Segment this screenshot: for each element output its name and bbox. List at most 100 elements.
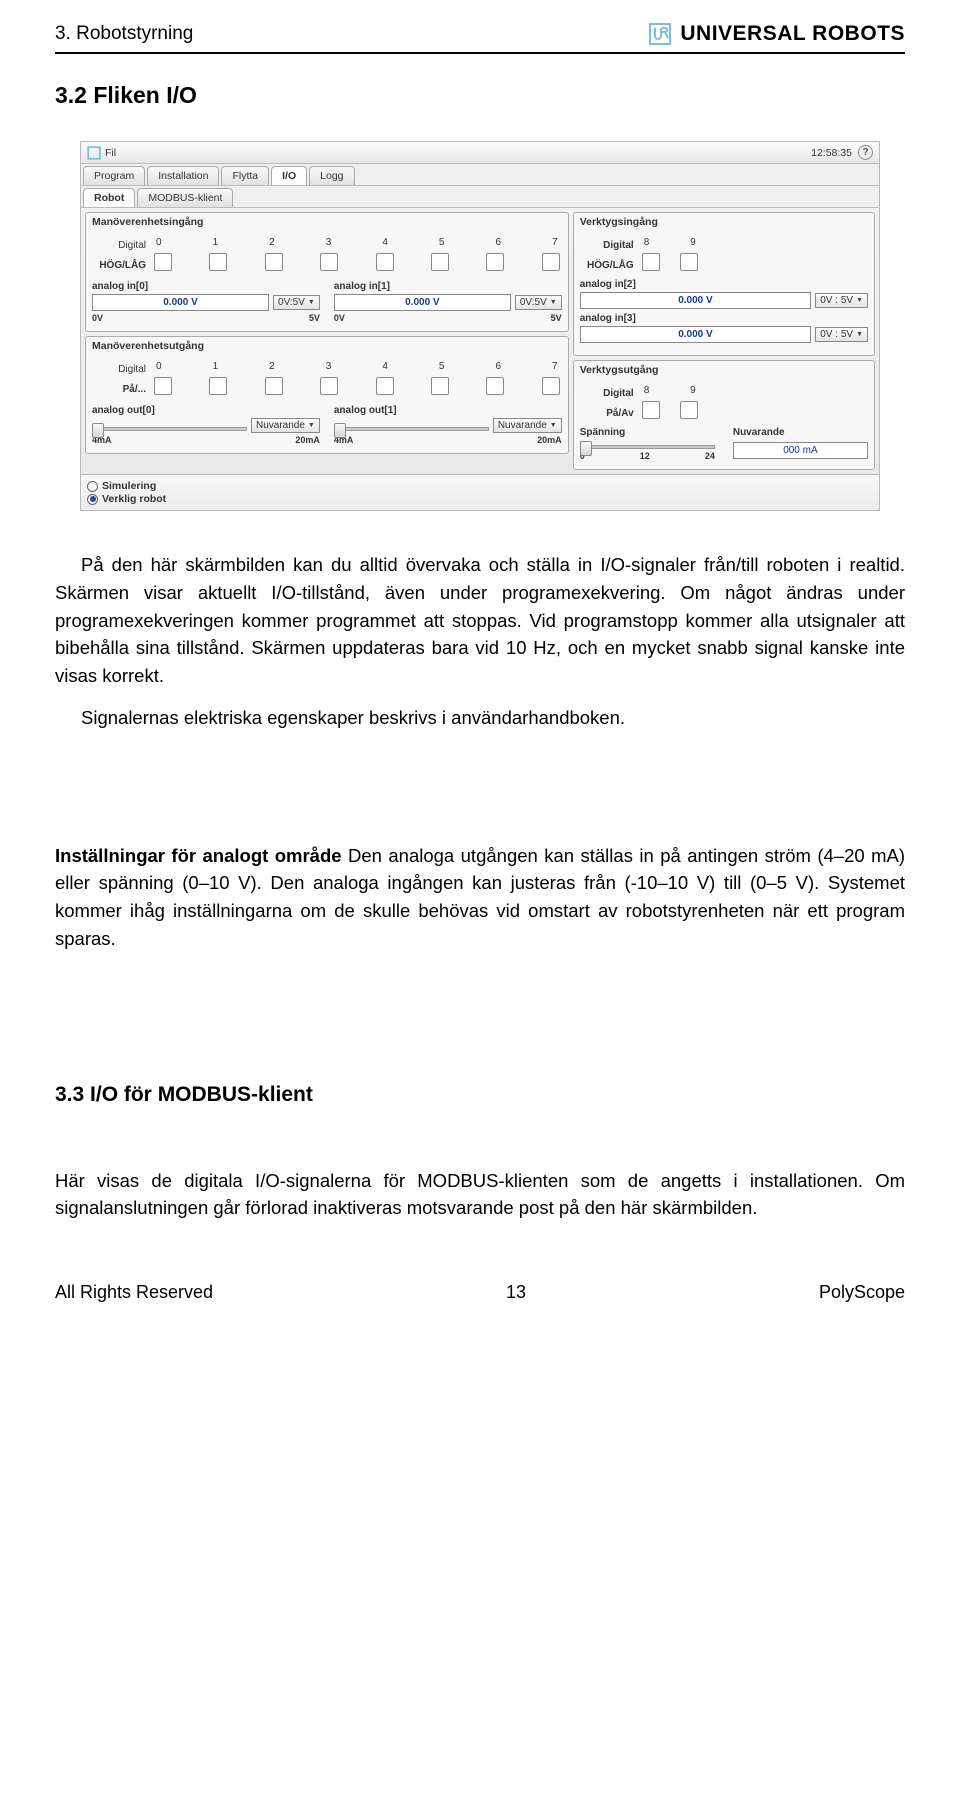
nuvarande-label: Nuvarande bbox=[733, 427, 868, 438]
digit-3: 3 bbox=[326, 237, 332, 248]
digit-7: 7 bbox=[552, 237, 558, 248]
file-menu[interactable]: Fil bbox=[105, 147, 116, 159]
analog-out1-mode[interactable]: Nuvarande bbox=[493, 418, 562, 433]
section-3-2-heading: 3.2 Fliken I/O bbox=[55, 82, 905, 109]
do-2[interactable] bbox=[265, 377, 283, 395]
digital-label: Digital bbox=[580, 234, 640, 251]
digit-8: 8 bbox=[644, 237, 650, 248]
digit-2: 2 bbox=[269, 361, 275, 372]
digital-label: Digital bbox=[92, 234, 152, 251]
di-3 bbox=[320, 253, 338, 271]
di-5 bbox=[431, 253, 449, 271]
analog-in3-label: analog in[3] bbox=[580, 313, 868, 324]
tool-voltage-slider[interactable] bbox=[580, 445, 715, 449]
digit-1: 1 bbox=[213, 361, 219, 372]
do-3[interactable] bbox=[320, 377, 338, 395]
chapter-title: 3. Robotstyrning bbox=[55, 23, 193, 45]
sub-tab-row: Robot MODBUS-klient bbox=[81, 186, 879, 208]
panel-tool-output: Verktygsutgång Digital 89 På/Av Spänning… bbox=[573, 360, 875, 470]
digit-6: 6 bbox=[495, 361, 501, 372]
digit-5: 5 bbox=[439, 237, 445, 248]
analog-in3-range[interactable]: 0V : 5V bbox=[815, 327, 868, 342]
digit-6: 6 bbox=[495, 237, 501, 248]
hoglag-label: HÖG/LÅG bbox=[92, 254, 152, 271]
analog-out0-mode[interactable]: Nuvarande bbox=[251, 418, 320, 433]
analog-in0-label: analog in[0] bbox=[92, 281, 320, 292]
scale-20ma: 20mA bbox=[295, 435, 320, 445]
tab-modbus[interactable]: MODBUS-klient bbox=[137, 188, 233, 207]
analog-in1-range[interactable]: 0V:5V bbox=[515, 295, 562, 310]
tdi-8 bbox=[642, 253, 660, 271]
analog-in0-value: 0.000 V bbox=[92, 294, 269, 311]
do-0[interactable] bbox=[154, 377, 172, 395]
digit-4: 4 bbox=[382, 361, 388, 372]
para-3: Inställningar för analogt område Den ana… bbox=[55, 842, 905, 953]
ur-logo-small-icon bbox=[87, 146, 101, 160]
panel-tool-input: Verktygsingång Digital 89 HÖG/LÅG analog… bbox=[573, 212, 875, 356]
tab-logg[interactable]: Logg bbox=[309, 166, 354, 185]
di-1 bbox=[209, 253, 227, 271]
radio-verklig[interactable] bbox=[87, 494, 98, 505]
tdo-9[interactable] bbox=[680, 401, 698, 419]
tab-robot[interactable]: Robot bbox=[83, 188, 135, 207]
doc-header: 3. Robotstyrning UNIVERSAL ROBOTS bbox=[55, 0, 905, 54]
analog-out0-label: analog out[0] bbox=[92, 405, 320, 416]
do-5[interactable] bbox=[431, 377, 449, 395]
radio-simulering[interactable] bbox=[87, 481, 98, 492]
digital-label: Digital bbox=[580, 382, 640, 399]
hoglag-label: HÖG/LÅG bbox=[580, 254, 640, 271]
panel-controller-output: Manöverenhetsutgång Digital 0 1 2 3 4 5 … bbox=[85, 336, 569, 454]
tab-program[interactable]: Program bbox=[83, 166, 145, 185]
tool-current-value: 000 mA bbox=[733, 442, 868, 459]
footer-page: 13 bbox=[506, 1282, 526, 1303]
analog-in0-range[interactable]: 0V:5V bbox=[273, 295, 320, 310]
footer-left: All Rights Reserved bbox=[55, 1282, 213, 1303]
para-3-runin: Inställningar för analogt område bbox=[55, 845, 342, 866]
analog-in3-value: 0.000 V bbox=[580, 326, 812, 343]
do-6[interactable] bbox=[486, 377, 504, 395]
tab-flytta[interactable]: Flytta bbox=[221, 166, 269, 185]
scale-5v: 5V bbox=[551, 313, 562, 323]
do-7[interactable] bbox=[542, 377, 560, 395]
panel-tool-output-title: Verktygsutgång bbox=[580, 364, 868, 376]
analog-in2-value: 0.000 V bbox=[580, 292, 812, 309]
spanning-label: Spänning bbox=[580, 427, 715, 438]
paav-label: På/Av bbox=[580, 402, 640, 419]
doc-footer: All Rights Reserved 13 PolyScope bbox=[55, 1282, 905, 1303]
scale-12: 12 bbox=[640, 451, 650, 461]
tab-io[interactable]: I/O bbox=[271, 166, 307, 185]
verklig-label: Verklig robot bbox=[102, 493, 166, 505]
scale-5v: 5V bbox=[309, 313, 320, 323]
scale-24: 24 bbox=[705, 451, 715, 461]
analog-in2-range[interactable]: 0V : 5V bbox=[815, 293, 868, 308]
panel-tool-input-title: Verktygsingång bbox=[580, 216, 868, 228]
digit-0: 0 bbox=[156, 361, 162, 372]
analog-in1-value: 0.000 V bbox=[334, 294, 511, 311]
do-4[interactable] bbox=[376, 377, 394, 395]
analog-out1-slider[interactable] bbox=[334, 427, 489, 431]
analog-out0-slider[interactable] bbox=[92, 427, 247, 431]
digit-4: 4 bbox=[382, 237, 388, 248]
digit-5: 5 bbox=[439, 361, 445, 372]
scale-0v: 0V bbox=[92, 313, 103, 323]
tdo-8[interactable] bbox=[642, 401, 660, 419]
brand-name: UNIVERSAL ROBOTS bbox=[680, 22, 905, 46]
footer-right: PolyScope bbox=[819, 1282, 905, 1303]
para-4: Här visas de digitala I/O-signalerna för… bbox=[55, 1167, 905, 1223]
pa-label: På/... bbox=[92, 378, 152, 395]
panel-controller-input-title: Manöverenhetsingång bbox=[92, 216, 562, 228]
help-icon[interactable]: ? bbox=[858, 145, 873, 160]
panel-controller-input: Manöverenhetsingång Digital 0 1 2 3 4 5 … bbox=[85, 212, 569, 332]
panel-controller-output-title: Manöverenhetsutgång bbox=[92, 340, 562, 352]
tab-installation[interactable]: Installation bbox=[147, 166, 219, 185]
di-7 bbox=[542, 253, 560, 271]
digit-9: 9 bbox=[690, 385, 696, 396]
simulering-label: Simulering bbox=[102, 480, 156, 492]
para-2: Signalernas elektriska egenskaper beskri… bbox=[55, 704, 905, 732]
analog-in2-label: analog in[2] bbox=[580, 279, 868, 290]
brand-logo: UNIVERSAL ROBOTS bbox=[648, 22, 905, 46]
di-6 bbox=[486, 253, 504, 271]
tdi-9 bbox=[680, 253, 698, 271]
do-1[interactable] bbox=[209, 377, 227, 395]
di-4 bbox=[376, 253, 394, 271]
